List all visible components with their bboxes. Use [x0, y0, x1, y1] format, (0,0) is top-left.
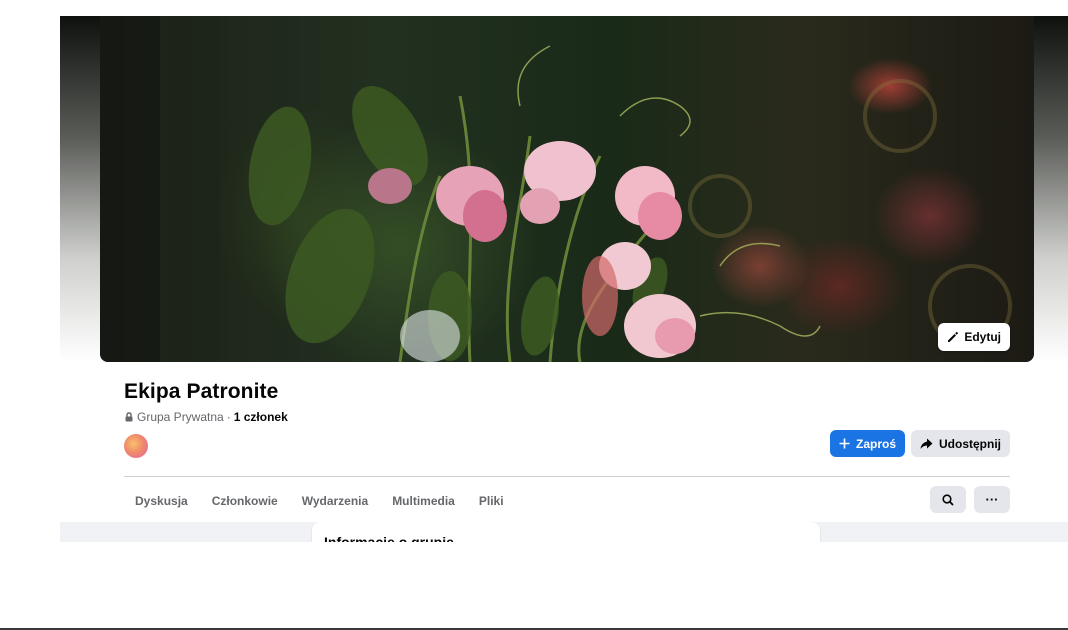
tab-czlonkowie[interactable]: Członkowie — [200, 486, 290, 522]
group-page: Edytuj Ekipa Patronite Grupa Prywatna · … — [60, 16, 1068, 542]
cover-photo[interactable]: Edytuj — [100, 16, 1034, 362]
pencil-icon — [948, 332, 959, 342]
share-icon — [920, 438, 933, 449]
group-meta: Grupa Prywatna · 1 członek — [124, 410, 1010, 424]
plus-icon — [839, 438, 850, 449]
edit-cover-button[interactable]: Edytuj — [938, 323, 1010, 351]
tab-wydarzenia[interactable]: Wydarzenia — [290, 486, 380, 522]
group-tabs: Dyskusja Członkowie Wydarzenia Multimedi… — [124, 486, 516, 522]
cover-backdrop: Edytuj — [60, 16, 1068, 362]
header-actions: Zaproś Udostępnij — [829, 430, 1010, 457]
search-button[interactable] — [930, 486, 966, 513]
tab-dyskusja[interactable]: Dyskusja — [124, 486, 200, 522]
header-divider — [124, 476, 1010, 477]
privacy-label[interactable]: Grupa Prywatna — [137, 410, 224, 424]
invite-label: Zaproś — [855, 436, 896, 451]
group-title: Ekipa Patronite — [124, 380, 279, 403]
invite-button[interactable]: Zaproś — [829, 430, 905, 457]
tab-pliki[interactable]: Pliki — [467, 486, 516, 522]
group-header: Ekipa Patronite Grupa Prywatna · 1 człon… — [124, 378, 1010, 458]
group-info-card: Informacje o grupie — [312, 522, 820, 542]
group-info-title: Informacje o grupie — [324, 534, 454, 542]
cover-flowers-art — [100, 16, 1012, 362]
member-count[interactable]: 1 członek — [234, 410, 288, 424]
tab-actions: ··· — [930, 486, 1010, 513]
lock-icon — [125, 412, 133, 422]
more-options-button[interactable]: ··· — [974, 486, 1010, 513]
share-label: Udostępnij — [939, 436, 1001, 451]
meta-separator: · — [226, 410, 231, 424]
search-icon — [942, 493, 954, 506]
edit-cover-label: Edytuj — [964, 330, 1001, 344]
more-icon: ··· — [985, 492, 999, 507]
share-button[interactable]: Udostępnij — [911, 430, 1010, 457]
member-avatar[interactable] — [124, 434, 148, 458]
tab-multimedia[interactable]: Multimedia — [380, 486, 467, 522]
